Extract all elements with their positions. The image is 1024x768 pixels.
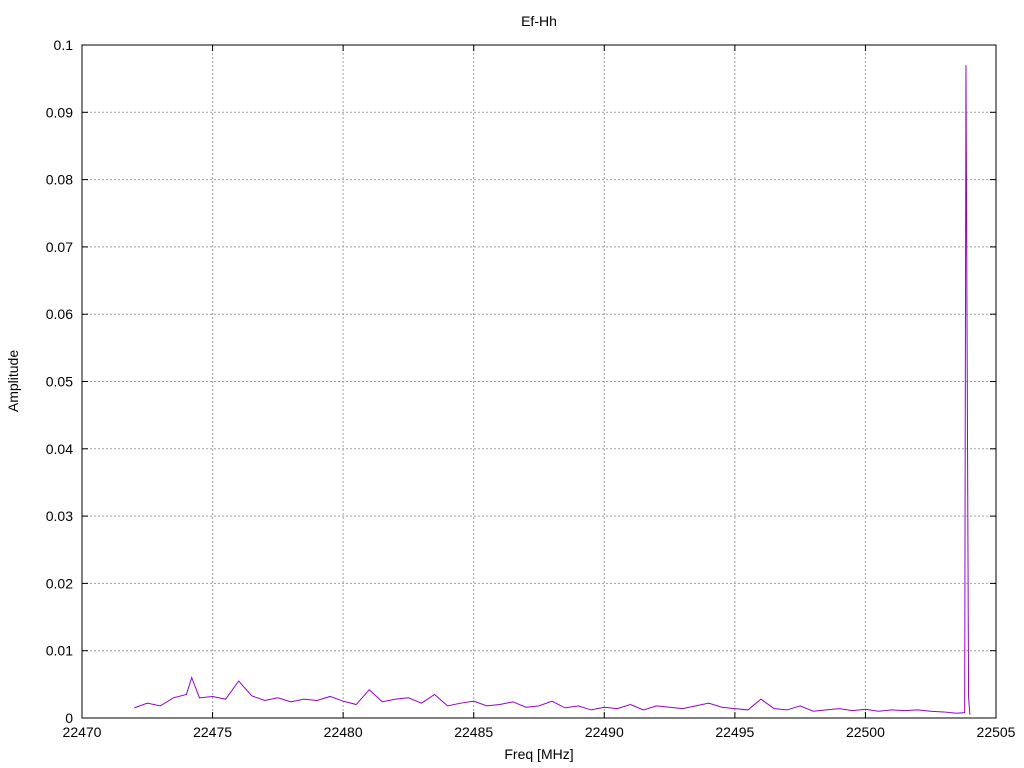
y-tick-label: 0.03 [46, 508, 73, 524]
y-tick-label: 0.06 [46, 306, 73, 322]
series-line [134, 65, 971, 715]
x-tick-label: 22470 [63, 724, 102, 740]
y-tick-label: 0.01 [46, 643, 73, 659]
x-tick-label: 22505 [977, 724, 1016, 740]
y-tick-label: 0.07 [46, 239, 73, 255]
x-tick-label: 22495 [715, 724, 754, 740]
y-tick-label: 0.02 [46, 575, 73, 591]
x-tick-label: 22485 [454, 724, 493, 740]
chart-title: Ef-Hh [521, 13, 557, 29]
x-tick-label: 22500 [846, 724, 885, 740]
y-tick-label: 0.05 [46, 374, 73, 390]
y-tick-label: 0.04 [46, 441, 73, 457]
x-tick-label: 22480 [324, 724, 363, 740]
tick-labels: 22470 22475 22480 22485 22490 22495 22500 22505… [46, 37, 1016, 740]
x-tick-label: 22475 [193, 724, 232, 740]
series-group [134, 65, 971, 715]
y-tick-label: 0.09 [46, 104, 73, 120]
chart: 22470 22475 22480 22485 22490 22495 22500 22505… [5, 13, 1016, 762]
x-tick-label: 22490 [585, 724, 624, 740]
grid-lines [82, 45, 996, 718]
y-tick-label: 0.1 [54, 37, 74, 53]
y-tick-label: 0 [65, 710, 73, 726]
x-axis-label: Freq [MHz] [504, 746, 573, 762]
y-tick-label: 0.08 [46, 172, 73, 188]
y-axis-label: Amplitude [5, 350, 21, 412]
